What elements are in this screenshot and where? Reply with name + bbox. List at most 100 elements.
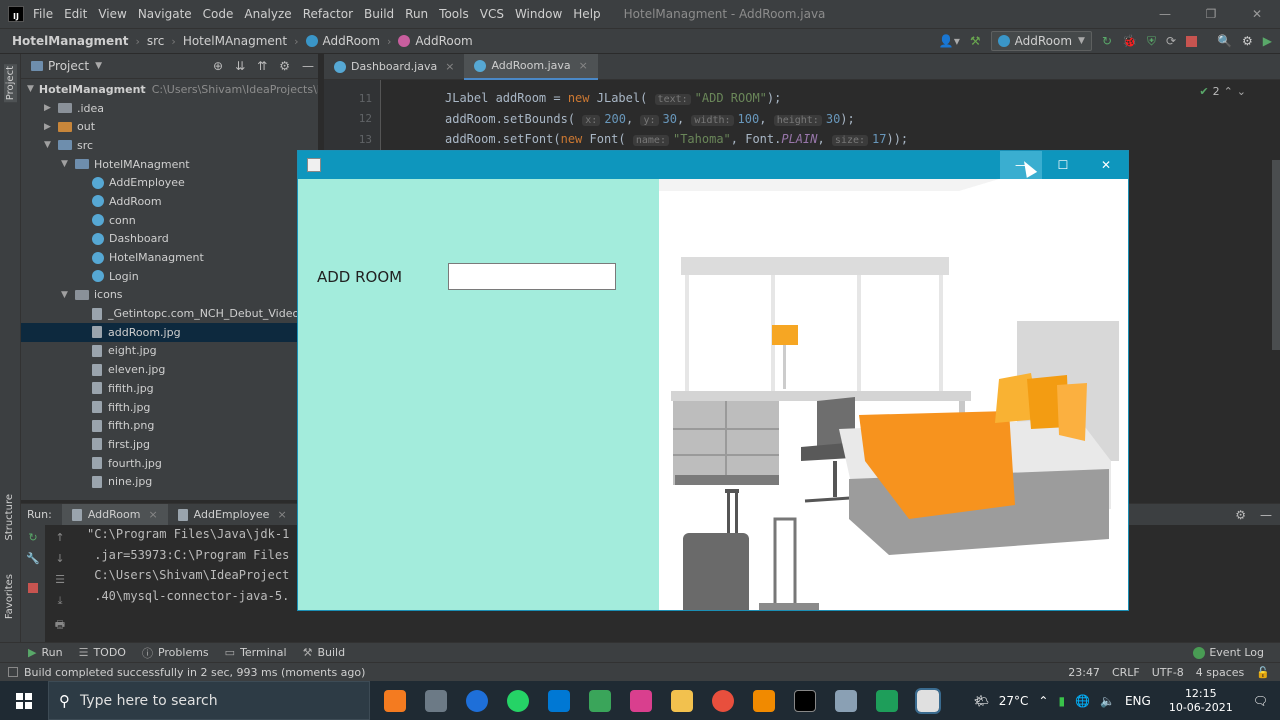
tree-item[interactable]: HotelManagment — [21, 248, 324, 267]
tree-item[interactable]: fifith.jpg — [21, 379, 324, 398]
project-view-select[interactable]: Project — [48, 59, 89, 73]
caret-position[interactable]: 23:47 — [1068, 666, 1100, 679]
windows-start-icon[interactable] — [0, 681, 48, 720]
language-indicator[interactable]: ENG — [1125, 694, 1151, 708]
weather-icon[interactable]: 🌤 — [974, 694, 989, 708]
close-tab-icon[interactable]: × — [445, 60, 454, 73]
line-separator[interactable]: CRLF — [1112, 666, 1140, 679]
menu-navigate[interactable]: Navigate — [138, 7, 192, 21]
inspection-widget[interactable]: ✔ 2 ⌃ ⌄ — [1199, 85, 1246, 98]
app-store-icon[interactable] — [876, 689, 898, 712]
app-explorer-alt-icon[interactable] — [425, 689, 447, 712]
app-vscode-icon[interactable] — [548, 689, 570, 712]
menu-window[interactable]: Window — [515, 7, 562, 21]
taskbar-search-box[interactable]: ⚲ Type here to search — [48, 681, 370, 720]
tool-window-terminal[interactable]: ▭ Terminal — [225, 646, 287, 659]
tree-item[interactable]: ▶ out — [21, 117, 324, 136]
tree-item[interactable]: fifth.jpg — [21, 398, 324, 417]
run-tab[interactable]: AddRoom × — [61, 503, 168, 526]
tree-item[interactable]: Dashboard — [21, 230, 324, 249]
hide-icon[interactable]: — — [302, 59, 314, 73]
menu-refactor[interactable]: Refactor — [303, 7, 353, 21]
chevron-down-icon[interactable]: ▼ — [95, 61, 102, 71]
hide-icon[interactable]: — — [1260, 508, 1272, 522]
menu-run[interactable]: Run — [405, 7, 428, 21]
soft-wrap-icon[interactable]: ☰ — [55, 573, 65, 586]
close-tab-icon[interactable]: × — [277, 508, 286, 521]
tool-window-problems[interactable]: ⓘ Problems — [142, 645, 209, 661]
tree-item[interactable]: ▼ icons — [21, 286, 324, 305]
weather-temperature[interactable]: 27°C — [999, 694, 1029, 708]
tree-item[interactable]: eight.jpg — [21, 342, 324, 361]
menu-tools[interactable]: Tools — [439, 7, 469, 21]
clock[interactable]: 12:15 10-06-2021 — [1169, 687, 1233, 715]
indent-setting[interactable]: 4 spaces — [1196, 666, 1245, 679]
chevron-down-icon[interactable]: ▼ — [44, 140, 58, 150]
rerun-icon[interactable]: ↻ — [1102, 34, 1112, 48]
stripe-favorites[interactable]: Favorites — [4, 574, 15, 619]
tree-item[interactable]: ▶ .idea — [21, 99, 324, 118]
close-tab-icon[interactable]: × — [148, 508, 157, 521]
tool-window-run[interactable]: ▶ Run — [28, 646, 63, 659]
close-button[interactable]: ✕ — [1234, 7, 1280, 21]
stop-icon[interactable] — [28, 583, 38, 593]
battery-icon[interactable]: ▮ — [1058, 694, 1065, 708]
network-icon[interactable]: 🌐 — [1075, 694, 1090, 708]
tree-item[interactable]: AddEmployee — [21, 173, 324, 192]
editor-scrollbar[interactable] — [1272, 160, 1280, 350]
breadcrumb-item[interactable]: HotelManagment — [12, 34, 128, 48]
status-icon[interactable] — [8, 667, 18, 677]
tree-item[interactable]: eleven.jpg — [21, 360, 324, 379]
room-number-input[interactable] — [448, 263, 616, 290]
app-java-icon[interactable] — [915, 687, 941, 714]
tree-item[interactable]: ▼ HotelMAnagment — [21, 155, 324, 174]
swing-title-bar[interactable]: — ☐ ✕ — [298, 151, 1128, 179]
app-switch-icon[interactable] — [384, 689, 406, 712]
chevron-right-icon[interactable]: ▶ — [44, 122, 58, 132]
file-encoding[interactable]: UTF-8 — [1152, 666, 1184, 679]
run-config-select[interactable]: AddRoom ▼ — [990, 31, 1092, 51]
notifications-icon[interactable]: 🗨 — [1253, 694, 1268, 708]
chevron-down-icon[interactable]: ▼ — [61, 159, 75, 169]
lock-icon[interactable]: 🔓 — [1256, 666, 1270, 679]
app-chrome-icon[interactable] — [712, 689, 734, 712]
minimize-button[interactable]: — — [1142, 7, 1188, 21]
code-line[interactable]: 13 addRoom.setFont(new Font( name: "Tahoma… — [324, 129, 908, 149]
editor-tab[interactable]: AddRoom.java × — [464, 53, 598, 80]
app-photos-icon[interactable] — [835, 689, 857, 712]
tree-item[interactable]: AddRoom — [21, 192, 324, 211]
wrench-icon[interactable]: 🔧 — [26, 552, 40, 565]
code-line[interactable]: 11 JLabel addRoom = new JLabel( text: "ADD… — [324, 88, 781, 108]
stop-icon[interactable] — [1186, 35, 1198, 47]
arrow-up-icon[interactable]: ↑ — [55, 531, 64, 544]
swing-maximize-button[interactable]: ☐ — [1042, 151, 1084, 179]
rerun-icon[interactable]: ↻ — [28, 531, 37, 544]
app-edge-icon[interactable] — [466, 689, 488, 712]
breadcrumb-item[interactable]: src — [147, 34, 165, 48]
gear-icon[interactable]: ⚙ — [1242, 34, 1253, 48]
menu-code[interactable]: Code — [203, 7, 234, 21]
menu-vcs[interactable]: VCS — [480, 7, 504, 21]
chevron-down-icon[interactable]: ▼ — [61, 290, 75, 300]
code-line[interactable]: 12 addRoom.setBounds( x: 200, y: 30, width:… — [324, 109, 855, 129]
breadcrumb-item[interactable]: AddRoom — [398, 34, 473, 48]
run-tab[interactable]: AddEmployee × — [168, 504, 297, 526]
app-ide-pink-icon[interactable] — [630, 689, 652, 712]
chevron-up-icon[interactable]: ⌃ — [1038, 694, 1048, 708]
arrow-down-icon[interactable]: ↓ — [55, 552, 64, 565]
search-icon[interactable]: 🔍 — [1217, 34, 1232, 48]
swing-close-button[interactable]: ✕ — [1084, 151, 1128, 179]
chevron-up-icon[interactable]: ⌃ — [1224, 85, 1233, 98]
tree-item[interactable]: Login — [21, 267, 324, 286]
collapse-all-icon[interactable]: ⇈ — [257, 59, 267, 73]
tree-root[interactable]: ▼ HotelManagment C:\Users\Shivam\IdeaPro… — [21, 80, 332, 99]
chevron-down-icon[interactable]: ⌄ — [1237, 85, 1246, 98]
volume-icon[interactable]: 🔈 — [1100, 694, 1115, 708]
stripe-structure[interactable]: Structure — [4, 494, 15, 541]
profile-icon[interactable]: ⟳ — [1166, 34, 1176, 48]
app-hex-icon[interactable] — [589, 689, 611, 712]
menu-file[interactable]: File — [33, 7, 53, 21]
event-log-button[interactable]: Event Log — [1193, 646, 1280, 659]
hammer-icon[interactable]: ⚒ — [970, 34, 981, 48]
app-folder-icon[interactable] — [671, 689, 693, 712]
